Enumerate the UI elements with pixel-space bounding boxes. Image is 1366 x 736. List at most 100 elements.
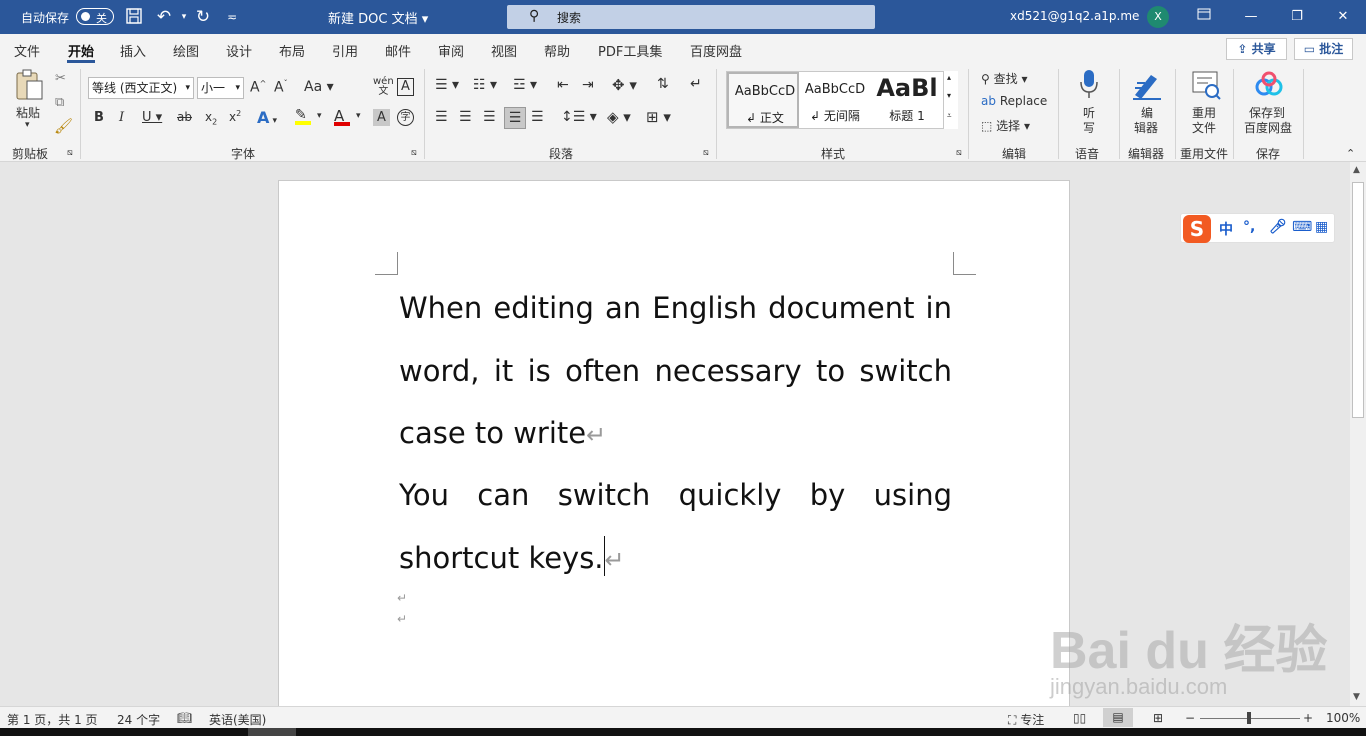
grow-font-icon[interactable]: A^: [250, 79, 266, 96]
shrink-font-icon[interactable]: Aˇ: [274, 79, 288, 96]
tab-review[interactable]: 审阅: [438, 41, 464, 60]
font-color-dropdown-icon[interactable]: ▾: [356, 111, 361, 121]
tab-file[interactable]: 文件: [14, 41, 40, 60]
paragraph-launcher-icon[interactable]: ⧅: [703, 148, 709, 158]
increase-indent-icon[interactable]: ⇥: [582, 77, 594, 93]
reuse-label-2[interactable]: 文件: [1192, 119, 1216, 136]
text-effects-icon[interactable]: A ▾: [257, 108, 277, 127]
tab-insert[interactable]: 插入: [120, 41, 146, 60]
ime-punctuation[interactable]: °,: [1243, 219, 1255, 235]
tab-help[interactable]: 帮助: [544, 41, 570, 60]
tab-view[interactable]: 视图: [491, 41, 517, 60]
tab-layout[interactable]: 布局: [279, 41, 305, 60]
distributed-icon[interactable]: ☰: [531, 109, 544, 125]
close-icon[interactable]: ✕: [1332, 6, 1354, 28]
paste-icon[interactable]: [14, 69, 44, 101]
align-center-icon[interactable]: ☰: [459, 109, 472, 125]
reuse-files-icon[interactable]: [1190, 69, 1222, 101]
scroll-up-icon[interactable]: ▲: [1353, 165, 1360, 175]
empty-paragraph-mark[interactable]: ↵: [397, 612, 407, 626]
language-indicator[interactable]: 英语(美国): [209, 711, 266, 728]
numbering-icon[interactable]: ☷ ▾: [473, 77, 497, 93]
ime-toolbox-icon[interactable]: ▦: [1315, 219, 1328, 235]
body-paragraph-1[interactable]: When editing an English document in word…: [399, 277, 952, 467]
tab-references[interactable]: 引用: [332, 41, 358, 60]
voice-input-icon[interactable]: 🎤︎: [1269, 219, 1287, 235]
page-count[interactable]: 第 1 页，共 1 页: [7, 711, 98, 728]
phonetic-guide-icon[interactable]: wén 文: [373, 77, 394, 97]
save-to-label-2[interactable]: 百度网盘: [1244, 119, 1292, 136]
line-spacing-icon[interactable]: ↕☰ ▾: [561, 109, 597, 125]
avatar[interactable]: X: [1147, 6, 1169, 28]
document-title[interactable]: 新建 DOC 文档 ▾: [328, 8, 428, 27]
replace-button[interactable]: ab Replace: [981, 94, 1047, 108]
character-shading-icon[interactable]: A: [373, 109, 390, 126]
styles-more-icon[interactable]: ⩡: [947, 111, 952, 121]
superscript-icon[interactable]: x2: [229, 109, 241, 124]
document-page[interactable]: When editing an English document in word…: [278, 180, 1070, 710]
show-marks-icon[interactable]: ↵: [690, 76, 702, 92]
chinese-layout-icon[interactable]: ✥ ▾: [612, 76, 637, 94]
style-normal[interactable]: AaBbCcD ↲ 正文: [727, 72, 799, 128]
customize-qat-icon[interactable]: ≂: [222, 7, 242, 27]
align-right-icon[interactable]: ☰: [483, 109, 496, 125]
italic-icon[interactable]: I: [119, 110, 124, 125]
tab-draw[interactable]: 绘图: [173, 41, 199, 60]
redo-icon[interactable]: ↻: [193, 7, 213, 27]
font-name-select[interactable]: 等线 (西文正文) ▾: [88, 77, 194, 99]
paste-dropdown-icon[interactable]: ▾: [25, 120, 30, 130]
scroll-down-icon[interactable]: ▼: [1353, 692, 1360, 702]
select-button[interactable]: ⬚ 选择 ▾: [981, 117, 1030, 134]
taskbar-item[interactable]: [248, 728, 296, 736]
print-layout-icon[interactable]: ▤: [1103, 708, 1133, 727]
bullets-icon[interactable]: ☰ ▾: [435, 77, 459, 93]
copy-icon[interactable]: ⧉: [55, 95, 64, 110]
focus-button[interactable]: ⛶ 专注: [1008, 711, 1044, 728]
web-layout-icon[interactable]: ⊞: [1153, 711, 1163, 725]
justify-icon[interactable]: ☰: [504, 107, 526, 129]
editor-icon[interactable]: [1131, 69, 1163, 101]
comment-button[interactable]: ▭ 批注: [1294, 38, 1353, 60]
font-size-select[interactable]: 小一 ▾: [197, 77, 244, 99]
microphone-icon[interactable]: [1077, 69, 1101, 99]
underline-icon[interactable]: U ▾: [142, 110, 162, 125]
scrollbar-thumb[interactable]: [1352, 182, 1364, 418]
zoom-out-icon[interactable]: −: [1185, 711, 1195, 725]
restore-icon[interactable]: ❐: [1286, 6, 1308, 28]
styles-launcher-icon[interactable]: ⧅: [956, 148, 962, 158]
paste-label[interactable]: 粘贴: [16, 104, 40, 121]
share-button[interactable]: ⇪ 共享: [1226, 38, 1287, 60]
undo-icon[interactable]: ↶: [154, 7, 174, 27]
font-launcher-icon[interactable]: ⧅: [411, 148, 417, 158]
styles-scroll[interactable]: ▴ ▾ ⩡: [943, 71, 958, 129]
ime-mode[interactable]: 中: [1219, 219, 1233, 239]
zoom-level[interactable]: 100%: [1326, 711, 1360, 725]
borders-icon[interactable]: ⊞ ▾: [646, 108, 671, 126]
font-color-icon[interactable]: A: [334, 107, 350, 126]
style-no-spacing[interactable]: AaBbCcD ↲ 无间隔: [799, 72, 871, 128]
tab-home[interactable]: 开始: [68, 41, 94, 60]
sort-icon[interactable]: ⇅: [657, 76, 669, 92]
zoom-slider-thumb[interactable]: [1247, 712, 1251, 724]
body-paragraph-2[interactable]: You can switch quickly by using shortcut…: [399, 464, 952, 591]
search-box[interactable]: ⚲ 搜索: [507, 5, 875, 29]
baidu-netdisk-icon[interactable]: [1254, 71, 1284, 99]
align-left-icon[interactable]: ☰: [435, 109, 448, 125]
zoom-in-icon[interactable]: +: [1303, 711, 1313, 725]
collapse-ribbon-icon[interactable]: ⌃: [1346, 147, 1355, 160]
tab-baidu-netdisk[interactable]: 百度网盘: [690, 41, 742, 60]
keyboard-icon[interactable]: ⌨: [1292, 219, 1312, 235]
multilevel-list-icon[interactable]: ☲ ▾: [513, 77, 537, 93]
subscript-icon[interactable]: x2: [205, 110, 217, 126]
ime-toolbar[interactable]: S 中 °, 🎤︎ ⌨ ▦: [1180, 213, 1335, 243]
bold-icon[interactable]: B: [94, 110, 104, 125]
clipboard-launcher-icon[interactable]: ⧅: [67, 148, 73, 158]
decrease-indent-icon[interactable]: ⇤: [557, 77, 569, 93]
save-icon[interactable]: [124, 7, 144, 27]
strikethrough-icon[interactable]: ab: [177, 110, 192, 124]
shading-icon[interactable]: ◈ ▾: [607, 108, 631, 126]
highlight-dropdown-icon[interactable]: ▾: [317, 111, 322, 121]
find-button[interactable]: ⚲ 查找 ▾: [981, 70, 1027, 87]
ribbon-display-icon[interactable]: [1193, 6, 1215, 28]
tab-design[interactable]: 设计: [226, 41, 252, 60]
